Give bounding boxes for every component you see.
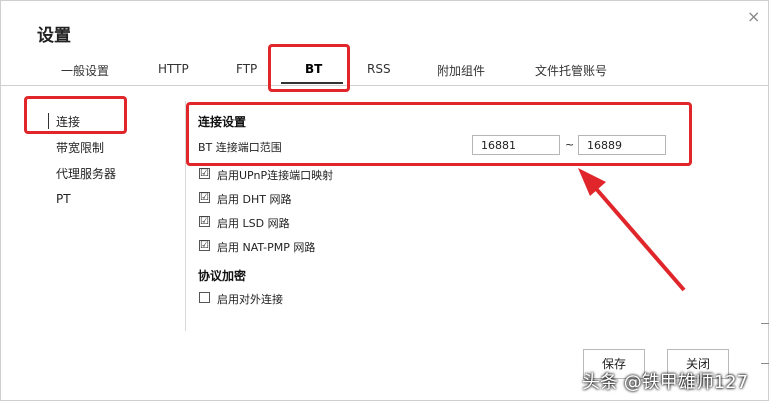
annotation-arrow	[578, 168, 686, 292]
source-watermark: 头条 @铁甲雄师127	[582, 372, 749, 393]
